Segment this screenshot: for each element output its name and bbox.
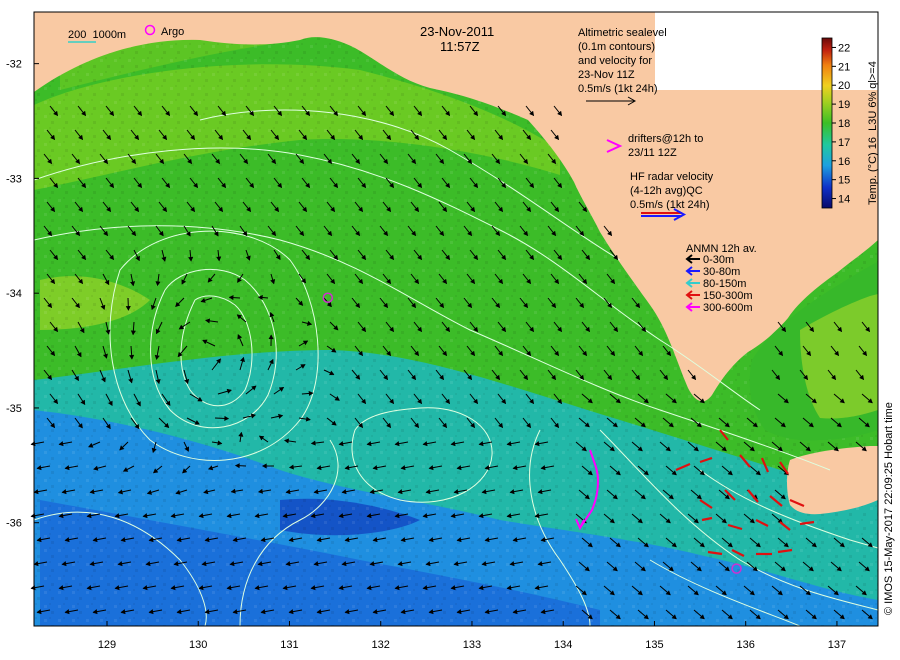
colorbar-tick-label: 22: [838, 42, 850, 54]
anmn-legend-label: 150-300m: [703, 290, 753, 302]
x-tick-label: 136: [737, 639, 755, 651]
x-tick-label: 132: [372, 639, 390, 651]
x-tick-label: 137: [828, 639, 846, 651]
map-area: [34, 12, 878, 626]
y-tick-label: -34: [6, 288, 22, 300]
hf-radar-line: 0.5m/s (1kt 24h): [630, 199, 709, 211]
x-tick-label: 135: [645, 639, 663, 651]
isobath-label: 200 1000m: [68, 29, 126, 41]
hf-radar-line: (4-12h avg)QC: [630, 185, 703, 197]
colorbar-gradient: [821, 37, 833, 209]
altimetry-line: (0.1m contours): [578, 41, 655, 53]
colorbar-tick-label: 16: [838, 156, 850, 168]
colorbar-tick-label: 14: [838, 194, 850, 206]
map-date: 23-Nov-2011: [420, 24, 494, 39]
colorbar-tick-label: 18: [838, 118, 850, 130]
colorbar-title: Temp. (°C) 16_L3U 6% ql>=4: [867, 61, 879, 205]
anmn-legend-label: 0-30m: [703, 254, 734, 266]
map-time: 11:57Z: [440, 39, 480, 54]
drifter-line: drifters@12h to: [628, 133, 703, 145]
y-tick-label: -35: [6, 403, 22, 415]
x-tick-label: 130: [189, 639, 207, 651]
altimetry-line: 0.5m/s (1kt 24h): [578, 83, 657, 95]
x-tick-label: 131: [280, 639, 298, 651]
drifter-line: 23/11 12Z: [628, 147, 677, 159]
altimetry-line: and velocity for: [578, 55, 652, 67]
x-tick-label: 134: [554, 639, 572, 651]
colorbar-tick-label: 21: [838, 61, 850, 73]
anmn-legend-label: 80-150m: [703, 278, 746, 290]
x-tick-label: 129: [98, 639, 116, 651]
anmn-legend-label: 300-600m: [703, 302, 753, 314]
colorbar-tick-label: 19: [838, 99, 850, 111]
colorbar-tick-label: 15: [838, 175, 850, 187]
colorbar-tick-label: 17: [838, 137, 850, 149]
y-tick-label: -33: [6, 173, 22, 185]
argo-legend-label: Argo: [161, 26, 184, 38]
altimetry-line: Altimetric sealevel: [578, 27, 667, 39]
y-tick-label: -36: [6, 518, 22, 530]
y-tick-label: -32: [6, 59, 22, 71]
x-tick-label: 133: [463, 639, 481, 651]
sst-map: 129 130 131 132 133 134 135 136 137 -32 -33 -34 -35…: [6, 11, 895, 651]
colorbar-tick-label: 20: [838, 80, 850, 92]
altimetry-line: 23-Nov 11Z: [578, 69, 635, 81]
imos-credit: © IMOS 15-May-2017 22:09:25 Hobart time: [883, 402, 895, 615]
hf-radar-line: HF radar velocity: [630, 171, 714, 183]
anmn-legend-label: 30-80m: [703, 266, 740, 278]
